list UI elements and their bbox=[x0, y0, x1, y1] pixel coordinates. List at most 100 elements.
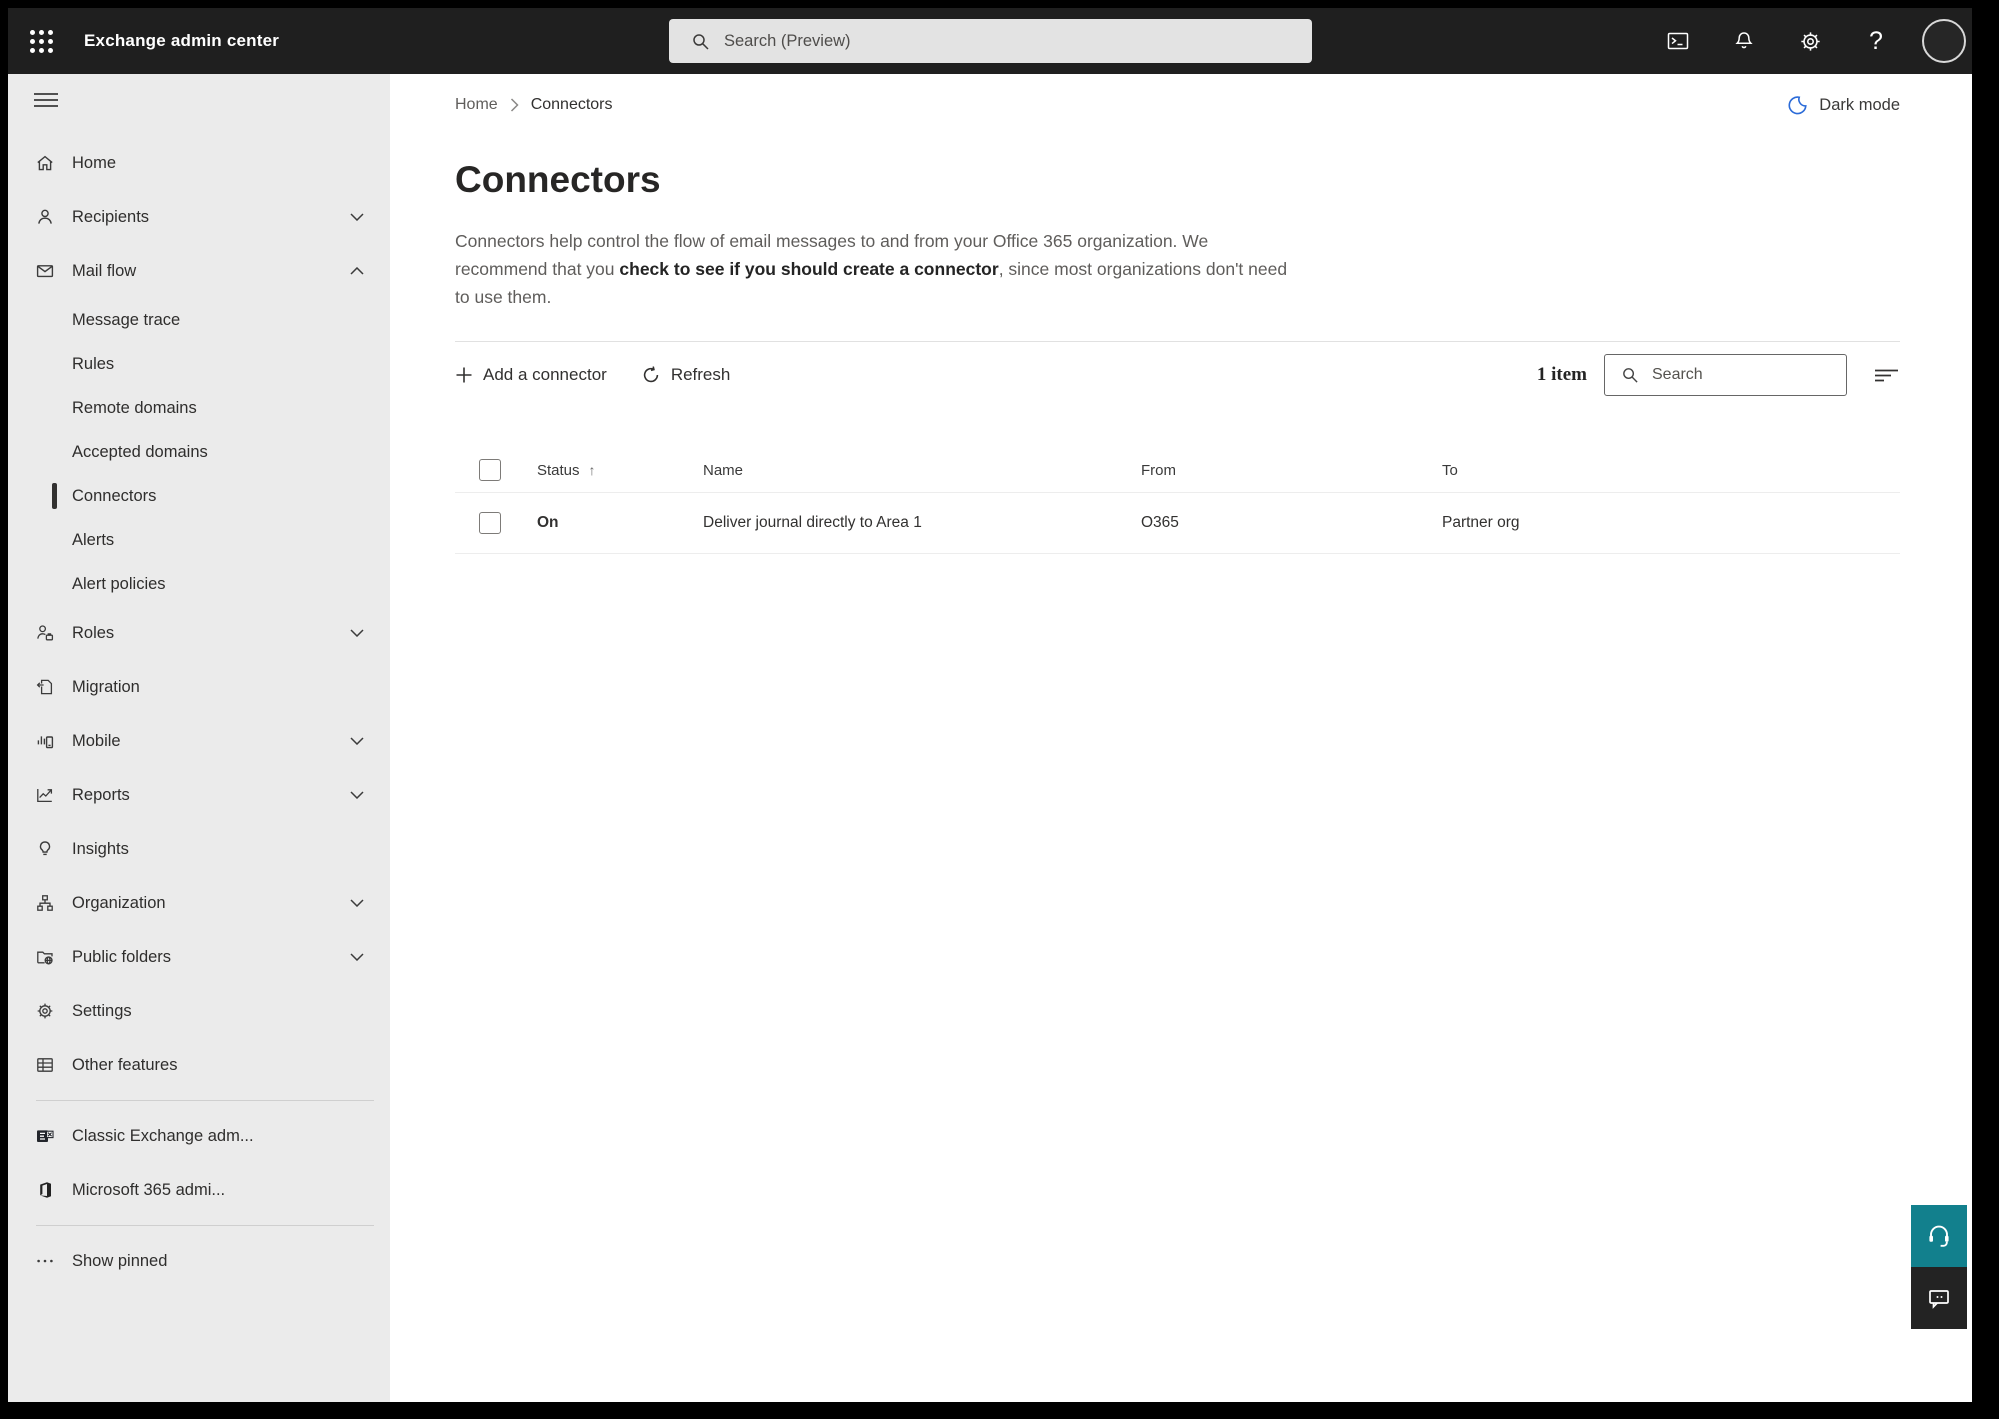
dark-mode-label: Dark mode bbox=[1819, 95, 1900, 114]
sidebar-item-alert-policies[interactable]: Alert policies bbox=[8, 562, 390, 606]
sidebar-item-label: Recipients bbox=[72, 207, 150, 226]
terminal-icon bbox=[1667, 32, 1689, 50]
list-search-input[interactable] bbox=[1652, 366, 1822, 384]
column-header-from[interactable]: From bbox=[1117, 462, 1418, 479]
page-title: Connectors bbox=[455, 159, 661, 200]
app-launcher-button[interactable] bbox=[16, 16, 66, 66]
check-connector-link[interactable]: check to see if you should create a conn… bbox=[619, 259, 998, 279]
select-all-checkbox[interactable] bbox=[479, 459, 501, 481]
nav-collapse-button[interactable] bbox=[8, 78, 390, 122]
sidebar-item-label: Other features bbox=[72, 1055, 178, 1074]
plus-icon bbox=[456, 367, 472, 383]
list-search-box[interactable] bbox=[1604, 354, 1847, 396]
sidebar-item-message-trace[interactable]: Message trace bbox=[8, 298, 390, 342]
column-header-to[interactable]: To bbox=[1418, 462, 1900, 479]
headset-icon bbox=[1929, 1225, 1949, 1247]
sidebar-item-label: Microsoft 365 admi... bbox=[72, 1180, 226, 1199]
support-button[interactable] bbox=[1911, 1205, 1967, 1267]
sidebar-item-label: Settings bbox=[72, 1001, 132, 1020]
sidebar-item-label: Public folders bbox=[72, 947, 172, 966]
breadcrumb-current: Connectors bbox=[530, 96, 613, 113]
org-chart-icon bbox=[35, 893, 55, 913]
refresh-label: Refresh bbox=[670, 365, 731, 384]
floating-buttons bbox=[1911, 1205, 1967, 1329]
sidebar-item-label: Rules bbox=[72, 354, 115, 373]
connectors-table: Status ↑ Name From To On Deliver journal … bbox=[455, 448, 1900, 554]
lightbulb-icon bbox=[35, 839, 55, 859]
sidebar-item-classic-exchange[interactable]: Classic Exchange adm... bbox=[8, 1109, 390, 1163]
sidebar-item-roles[interactable]: Roles bbox=[8, 606, 390, 660]
sidebar-item-label: Show pinned bbox=[72, 1251, 168, 1270]
row-checkbox[interactable] bbox=[479, 512, 501, 534]
from-header-label: From bbox=[1141, 461, 1176, 479]
sidebar-item-accepted-domains[interactable]: Accepted domains bbox=[8, 430, 390, 474]
sidebar-item-label: Alert policies bbox=[72, 574, 166, 593]
gear-icon bbox=[1800, 31, 1820, 51]
top-bar: Exchange admin center Search (Preview) ? bbox=[8, 8, 1972, 74]
sidebar-item-alerts[interactable]: Alerts bbox=[8, 518, 390, 562]
sidebar-item-label: Reports bbox=[72, 785, 130, 804]
page-description: Connectors help control the flow of emai… bbox=[455, 227, 1305, 311]
sidebar-item-label: Message trace bbox=[72, 310, 181, 329]
moon-icon bbox=[1788, 95, 1807, 114]
table-header-row: Status ↑ Name From To bbox=[455, 448, 1900, 492]
to-header-label: To bbox=[1442, 461, 1458, 479]
app-title: Exchange admin center bbox=[84, 31, 280, 50]
global-search-input[interactable] bbox=[724, 31, 1264, 51]
refresh-button[interactable]: Refresh bbox=[641, 365, 731, 385]
sidebar-item-m365-admin[interactable]: Microsoft 365 admi... bbox=[8, 1163, 390, 1217]
sidebar-item-home[interactable]: Home bbox=[8, 136, 390, 190]
column-header-status[interactable]: Status ↑ bbox=[513, 462, 679, 479]
account-avatar[interactable] bbox=[1922, 19, 1966, 63]
feedback-button[interactable] bbox=[1911, 1267, 1967, 1329]
column-header-name[interactable]: Name bbox=[679, 462, 1117, 479]
item-count: 1 item bbox=[1536, 364, 1587, 385]
breadcrumb-home-link[interactable]: Home bbox=[455, 96, 498, 114]
home-icon bbox=[35, 153, 55, 173]
chevron-right-icon bbox=[510, 98, 519, 112]
document-arrow-icon bbox=[35, 677, 55, 697]
add-connector-button[interactable]: Add a connector bbox=[455, 365, 607, 385]
mail-icon bbox=[35, 261, 55, 281]
chart-phone-icon bbox=[35, 731, 55, 751]
sidebar-item-label: Migration bbox=[72, 677, 140, 696]
sidebar-item-public-folders[interactable]: Public folders bbox=[8, 930, 390, 984]
global-search-box[interactable] bbox=[669, 19, 1312, 63]
sidebar-item-mail-flow[interactable]: Mail flow bbox=[8, 244, 390, 298]
sidebar-item-other-features[interactable]: Other features bbox=[8, 1038, 390, 1092]
sidebar-item-insights[interactable]: Insights bbox=[8, 822, 390, 876]
app-body: Home Recipients Mail flow Message trace … bbox=[8, 74, 1972, 1402]
sidebar-item-remote-domains[interactable]: Remote domains bbox=[8, 386, 390, 430]
main-panel: Home Connectors Dark mode Connectors Con… bbox=[390, 74, 1972, 1402]
sidebar-item-rules[interactable]: Rules bbox=[8, 342, 390, 386]
sidebar-item-recipients[interactable]: Recipients bbox=[8, 190, 390, 244]
sidebar-item-reports[interactable]: Reports bbox=[8, 768, 390, 822]
sidebar-item-label: Mobile bbox=[72, 731, 121, 750]
sidebar-item-migration[interactable]: Migration bbox=[8, 660, 390, 714]
powershell-button[interactable] bbox=[1658, 21, 1698, 61]
comment-icon bbox=[1929, 1290, 1949, 1309]
sidebar-item-label: Insights bbox=[72, 839, 129, 858]
sort-ascending-icon: ↑ bbox=[588, 461, 596, 478]
sidebar-item-organization[interactable]: Organization bbox=[8, 876, 390, 930]
sidebar-item-connectors[interactable]: Connectors bbox=[8, 474, 390, 518]
sidebar-item-label: Home bbox=[72, 153, 117, 172]
select-all-cell bbox=[455, 459, 513, 481]
sidebar-item-label: Classic Exchange adm... bbox=[72, 1126, 254, 1145]
sidebar-item-mobile[interactable]: Mobile bbox=[8, 714, 390, 768]
sidebar-item-settings[interactable]: Settings bbox=[8, 984, 390, 1038]
search-icon bbox=[1623, 368, 1638, 383]
filter-icon bbox=[1875, 369, 1898, 382]
filter-button[interactable] bbox=[1873, 365, 1900, 385]
list-toolbar: Add a connector Refresh 1 item bbox=[455, 342, 1900, 408]
help-button[interactable]: ? bbox=[1856, 21, 1896, 61]
search-icon bbox=[693, 33, 709, 50]
dark-mode-toggle[interactable]: Dark mode bbox=[1786, 94, 1900, 117]
settings-button[interactable] bbox=[1790, 21, 1830, 61]
notifications-button[interactable] bbox=[1724, 21, 1764, 61]
table-row[interactable]: On Deliver journal directly to Area 1 O3… bbox=[455, 492, 1900, 554]
sidebar-divider bbox=[36, 1225, 374, 1226]
sidebar-item-label: Alerts bbox=[72, 530, 115, 549]
chevron-down-icon bbox=[350, 737, 364, 745]
sidebar-item-show-pinned[interactable]: Show pinned bbox=[8, 1234, 390, 1288]
